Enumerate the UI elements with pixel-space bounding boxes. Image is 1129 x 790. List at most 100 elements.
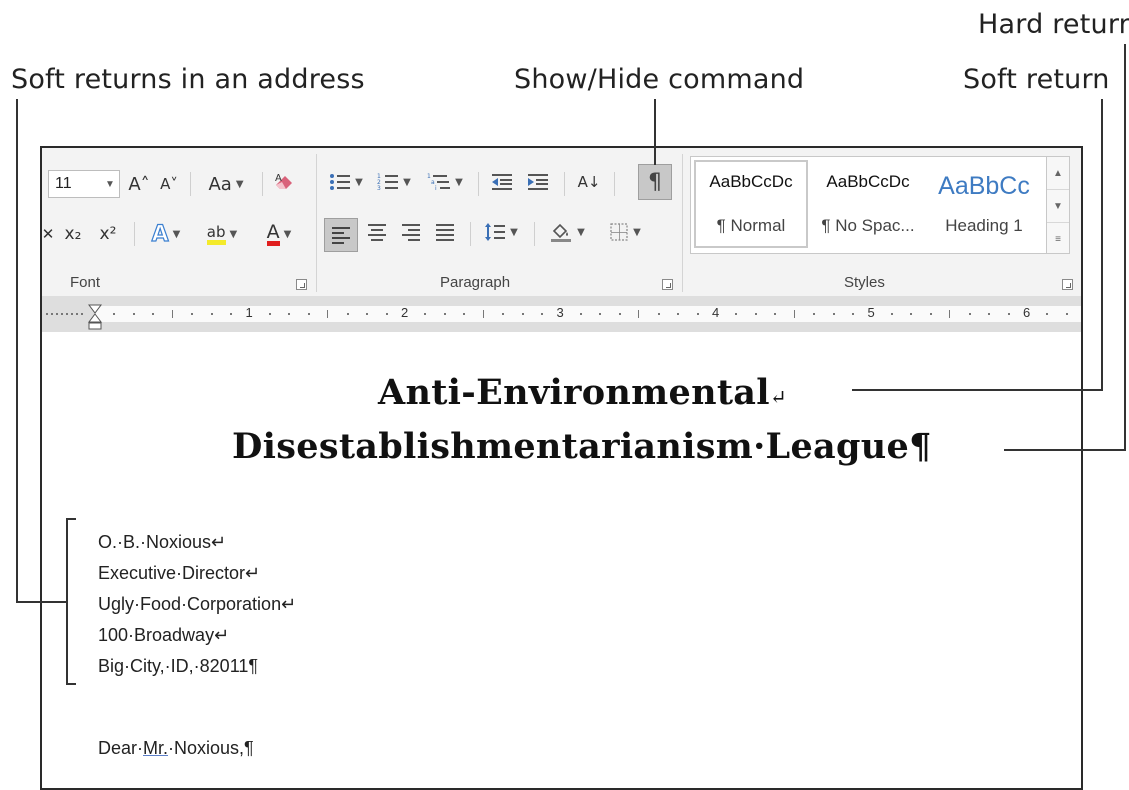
highlight-button[interactable]: ab ▼ (196, 220, 248, 248)
separator (564, 172, 565, 196)
ruler-dot-tick (541, 313, 544, 315)
ruler-dot-tick (677, 313, 680, 315)
pilcrow-mark: ¶ (909, 426, 932, 467)
change-case-label: Aa (208, 173, 232, 195)
borders-button[interactable]: ▼ (600, 218, 650, 246)
chevron-down-icon: ▼ (172, 228, 181, 240)
align-center-button[interactable] (362, 218, 392, 246)
separator (470, 222, 471, 246)
clear-formatting-button[interactable]: A (270, 168, 300, 196)
style-normal[interactable]: AaBbCcDc ¶ Normal (694, 160, 808, 248)
ruler-dot-tick (852, 313, 855, 315)
shrink-font-button[interactable]: A˅ (156, 170, 182, 198)
ruler-dot-tick (463, 313, 466, 315)
leader-line (654, 99, 656, 165)
more-styles-icon[interactable]: ≡ (1047, 223, 1069, 255)
ruler-number: 1 (245, 305, 253, 320)
multilevel-list-button[interactable]: 1 a i ▼ (422, 168, 468, 196)
ruler-number: 4 (712, 305, 720, 320)
ruler-dot-tick (385, 313, 388, 315)
show-hide-button[interactable]: ¶ (638, 164, 672, 200)
ruler-dot-tick (230, 313, 233, 315)
gallery-scrollbar[interactable]: ▲ ▼ ≡ (1046, 157, 1069, 253)
ruler-dot-tick (1046, 313, 1049, 315)
ruler-dot-tick (71, 313, 73, 315)
separator (534, 222, 535, 246)
font-dialog-launcher-icon[interactable] (296, 279, 307, 290)
chevron-down-icon[interactable]: ▼ (1047, 190, 1069, 223)
paragraph-dialog-launcher-icon[interactable] (662, 279, 673, 290)
increase-indent-icon (528, 174, 548, 190)
ruler-dot-tick (599, 313, 602, 315)
title-line-1: Anti-Environmental↵ (378, 372, 787, 413)
callout-soft-return: Soft return (963, 64, 1110, 95)
superscript-button[interactable]: x² (94, 220, 122, 248)
address-bracket (66, 518, 68, 685)
chevron-down-icon: ▼ (355, 176, 363, 188)
address-line: Ugly·Food·Corporation↵ (98, 594, 297, 614)
sort-button[interactable]: A↓ (572, 168, 606, 196)
style-heading-1[interactable]: AaBbCc Heading 1 (927, 160, 1041, 248)
styles-gallery: AaBbCcDc ¶ Normal AaBbCcDc ¶ No Spac... … (690, 156, 1070, 254)
ruler-dot-tick (346, 313, 349, 315)
chevron-down-icon: ▼ (105, 178, 115, 190)
styles-dialog-launcher-icon[interactable] (1062, 279, 1073, 290)
bullets-button[interactable]: ▼ (326, 168, 366, 196)
ruler-dot-tick (832, 313, 835, 315)
chevron-down-icon: ▼ (510, 226, 518, 238)
font-color-button[interactable]: A ▼ (254, 220, 304, 248)
strikethrough-button[interactable]: ✕ (42, 220, 56, 248)
ruler-dot-tick (579, 313, 582, 315)
subscript-button[interactable]: x₂ (60, 220, 86, 248)
separator (134, 222, 135, 246)
decrease-indent-button[interactable] (486, 168, 518, 196)
ruler-dot-tick (191, 313, 194, 315)
document-page[interactable]: Anti-Environmental↵ Disestablishmentaria… (42, 332, 1081, 788)
ruler-dot-tick (81, 313, 83, 315)
text-effects-button[interactable]: A ▼ (142, 220, 190, 248)
soft-return-mark: ↵ (769, 385, 787, 409)
group-separator (316, 154, 317, 292)
justify-button[interactable] (430, 218, 460, 246)
leader-line (16, 601, 66, 603)
align-right-button[interactable] (396, 218, 426, 246)
bullet-list-icon (330, 174, 351, 190)
ruler-dot-tick (910, 313, 913, 315)
leader-line (852, 389, 1103, 391)
grow-font-button[interactable]: A˄ (126, 170, 152, 198)
callout-show-hide: Show/Hide command (514, 64, 805, 95)
address-bracket (66, 683, 76, 685)
paragraph-group-label: Paragraph (440, 274, 511, 291)
align-right-icon (402, 224, 420, 241)
leader-line (1101, 99, 1103, 391)
ruler-dot-tick (618, 313, 621, 315)
ruler-dot-tick (424, 313, 427, 315)
indent-marker-icon[interactable] (88, 304, 102, 330)
line-spacing-button[interactable]: ▼ (478, 218, 524, 246)
shading-button[interactable]: ▼ (542, 218, 592, 246)
ruler-half-tick (482, 310, 484, 318)
chevron-down-icon: ▼ (235, 178, 244, 190)
style-no-spacing[interactable]: AaBbCcDc ¶ No Spac... (811, 160, 925, 248)
title-text: Disestablishmentarianism·League (232, 426, 910, 467)
font-group-label: Font (70, 274, 101, 291)
ruler-dot-tick (210, 313, 213, 315)
change-case-button[interactable]: Aa ▼ (198, 170, 254, 198)
font-size-dropdown[interactable]: 11 ▼ (48, 170, 120, 198)
increase-indent-button[interactable] (522, 168, 554, 196)
callout-hard-return: Hard return (978, 9, 1129, 40)
ruler-text-area (94, 306, 1081, 322)
pilcrow-icon: ¶ (648, 169, 662, 195)
align-left-icon (332, 227, 350, 244)
title-text: Anti-Environmental (378, 372, 770, 413)
numbering-button[interactable]: 1 2 3 ▼ (374, 168, 414, 196)
separator (614, 172, 615, 196)
ruler-dot-tick (76, 313, 78, 315)
chevron-up-icon[interactable]: ▲ (1047, 157, 1069, 190)
align-left-button[interactable] (324, 218, 358, 252)
ruler-half-tick (171, 310, 173, 318)
decrease-indent-icon (492, 174, 512, 190)
ruler-half-tick (949, 310, 951, 318)
ruler[interactable]: 1 2 3 4 5 6 (42, 296, 1081, 332)
separator (190, 172, 191, 196)
